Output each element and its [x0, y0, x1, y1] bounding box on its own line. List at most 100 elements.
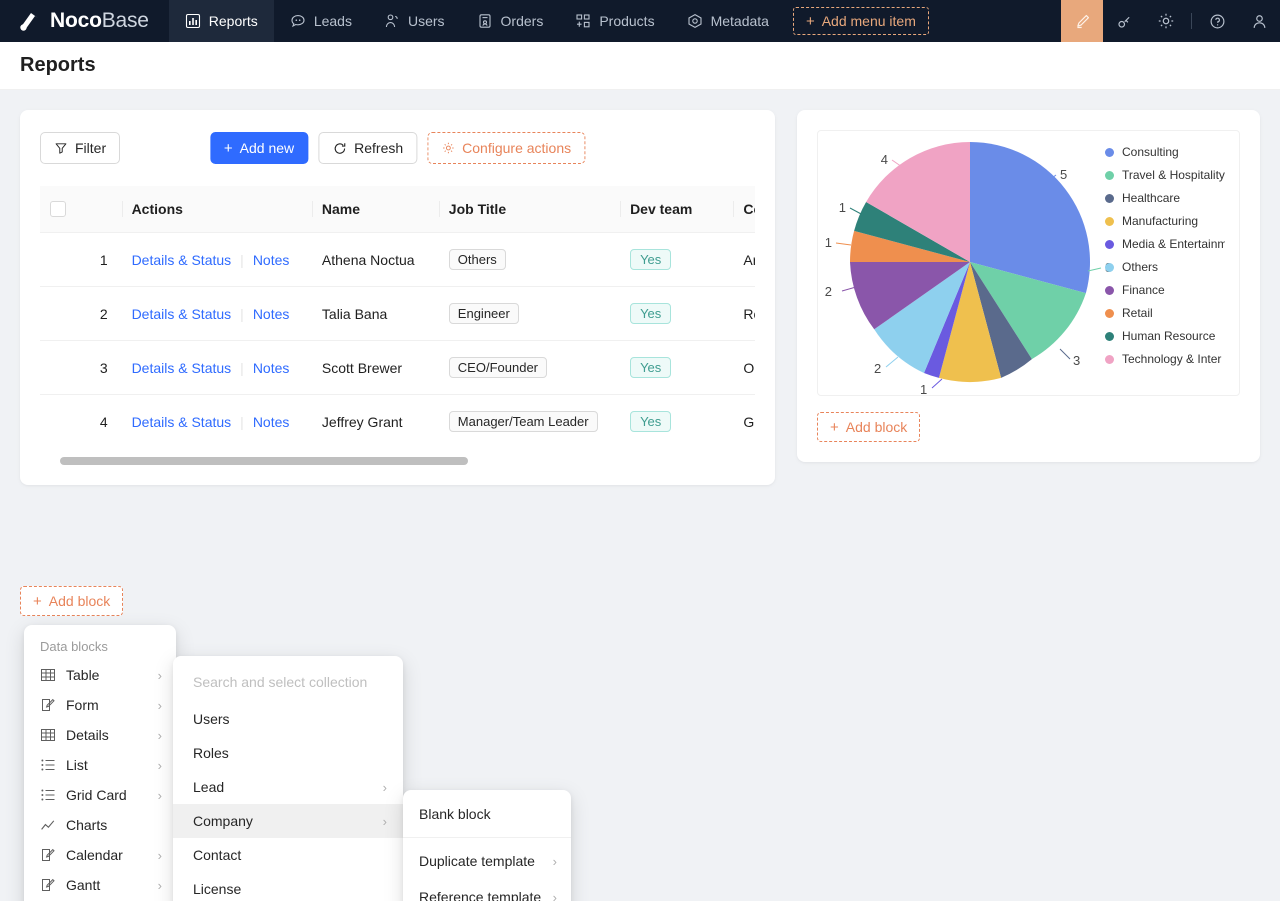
- nav-item-metadata[interactable]: Metadata: [671, 0, 785, 42]
- nav-item-reports[interactable]: Reports: [169, 0, 274, 42]
- menu-item-form[interactable]: Form ›: [24, 690, 176, 720]
- brand-logo-area[interactable]: NocoBase: [0, 0, 169, 42]
- add-new-label: Add new: [240, 140, 294, 156]
- legend-item-technology-internet[interactable]: Technology & Inter: [1105, 352, 1225, 366]
- form-edit-icon: [40, 697, 56, 713]
- add-new-button[interactable]: + Add new: [210, 132, 308, 164]
- template-item-label: Duplicate template: [419, 853, 553, 869]
- legend-label: Media & Entertainm: [1122, 237, 1225, 251]
- legend-item-retail[interactable]: Retail: [1105, 306, 1225, 320]
- filter-button[interactable]: Filter: [40, 132, 120, 164]
- chevron-right-icon: ›: [553, 854, 557, 869]
- chevron-right-icon: ›: [383, 780, 387, 795]
- notes-link[interactable]: Notes: [253, 306, 290, 322]
- details-status-link[interactable]: Details & Status: [132, 414, 232, 430]
- chevron-right-icon: ›: [383, 814, 387, 829]
- nav-item-leads[interactable]: Leads: [274, 0, 368, 42]
- table-icon: [40, 727, 56, 743]
- collection-item-lead[interactable]: Lead ›: [173, 770, 403, 804]
- menu-item-list[interactable]: List ›: [24, 750, 176, 780]
- top-navigation-bar: NocoBase Reports Leads: [0, 0, 1280, 42]
- menu-item-charts[interactable]: Charts: [24, 810, 176, 840]
- nav-item-users[interactable]: Users: [368, 0, 461, 42]
- legend-item-human-resource[interactable]: Human Resource: [1105, 329, 1225, 343]
- left-column: Filter + Add new Refresh: [20, 110, 775, 485]
- notes-link[interactable]: Notes: [253, 360, 290, 376]
- refresh-button[interactable]: Refresh: [318, 132, 417, 164]
- legend-item-travel-hospitality[interactable]: Travel & Hospitality: [1105, 168, 1225, 182]
- help-button[interactable]: [1196, 0, 1238, 42]
- details-status-link[interactable]: Details & Status: [132, 306, 232, 322]
- collection-search-input[interactable]: Search and select collection: [173, 662, 403, 702]
- chart-add-block-label: Add block: [846, 419, 907, 435]
- column-header-name[interactable]: Name: [312, 186, 439, 233]
- configure-actions-button[interactable]: Configure actions: [427, 132, 585, 164]
- form-edit-icon: [40, 877, 56, 893]
- table-row[interactable]: 2 Details & Status|Notes Talia Bana Engi…: [40, 287, 755, 341]
- template-item-duplicate-template[interactable]: Duplicate template ›: [403, 843, 571, 879]
- legend-item-media-entertainment[interactable]: Media & Entertainm: [1105, 237, 1225, 251]
- legend-color-dot: [1105, 148, 1114, 157]
- template-item-blank-block[interactable]: Blank block: [403, 796, 571, 832]
- row-dev-team-cell: Yes: [620, 341, 733, 395]
- settings-button[interactable]: [1145, 0, 1187, 42]
- legend-item-consulting[interactable]: Consulting: [1105, 145, 1225, 159]
- dev-team-tag: Yes: [630, 411, 671, 432]
- menu-item-label: Grid Card: [66, 787, 148, 803]
- comment-icon: [290, 13, 306, 29]
- nav-item-label: Orders: [501, 13, 544, 29]
- notes-link[interactable]: Notes: [253, 252, 290, 268]
- legend-color-dot: [1105, 286, 1114, 295]
- legend-color-dot: [1105, 263, 1114, 272]
- table-row[interactable]: 1 Details & Status|Notes Athena Noctua O…: [40, 233, 755, 287]
- legend-color-dot: [1105, 194, 1114, 203]
- highlight-pen-button[interactable]: [1061, 0, 1103, 42]
- menu-item-gantt[interactable]: Gantt ›: [24, 870, 176, 900]
- nav-right-actions: [1061, 0, 1280, 42]
- collection-item-roles[interactable]: Roles: [173, 736, 403, 770]
- collection-item-company[interactable]: Company ›: [173, 804, 403, 838]
- legend-color-dot: [1105, 240, 1114, 249]
- add-menu-item-label: Add menu item: [822, 13, 916, 29]
- legend-item-finance[interactable]: Finance: [1105, 283, 1225, 297]
- row-job-title-cell: Others: [439, 233, 620, 287]
- add-menu-item-button[interactable]: + Add menu item: [793, 7, 929, 35]
- horizontal-scrollbar-thumb[interactable]: [60, 457, 468, 465]
- table-row[interactable]: 4 Details & Status|Notes Jeffrey Grant M…: [40, 395, 755, 449]
- column-header-actions[interactable]: Actions: [122, 186, 312, 233]
- collection-item-license[interactable]: License: [173, 872, 403, 901]
- details-status-link[interactable]: Details & Status: [132, 360, 232, 376]
- collection-item-contact[interactable]: Contact: [173, 838, 403, 872]
- menu-item-details[interactable]: Details ›: [24, 720, 176, 750]
- menu-item-grid-card[interactable]: Grid Card ›: [24, 780, 176, 810]
- user-account-button[interactable]: [1238, 0, 1280, 42]
- table-row[interactable]: 3 Details & Status|Notes Scott Brewer CE…: [40, 341, 755, 395]
- line-chart-icon: [40, 817, 56, 833]
- add-block-button[interactable]: + Add block: [20, 586, 123, 616]
- details-status-link[interactable]: Details & Status: [132, 252, 232, 268]
- column-header-dev-team[interactable]: Dev team: [620, 186, 733, 233]
- nav-item-products[interactable]: Products: [559, 0, 670, 42]
- plus-icon: +: [224, 141, 233, 156]
- table-scroll-area: Actions Name Job Title Dev team Company …: [40, 186, 755, 448]
- legend-item-others[interactable]: Others: [1105, 260, 1225, 274]
- legend-color-dot: [1105, 355, 1114, 364]
- legend-item-healthcare[interactable]: Healthcare: [1105, 191, 1225, 205]
- collection-item-users[interactable]: Users: [173, 702, 403, 736]
- select-all-checkbox[interactable]: [50, 201, 66, 217]
- menu-item-calendar[interactable]: Calendar ›: [24, 840, 176, 870]
- notes-link[interactable]: Notes: [253, 414, 290, 430]
- pie-label-consulting: 5: [1060, 167, 1067, 182]
- column-header-job-title[interactable]: Job Title: [439, 186, 620, 233]
- chart-add-block-button[interactable]: + Add block: [817, 412, 920, 442]
- plugin-manager-button[interactable]: [1103, 0, 1145, 42]
- template-item-reference-template[interactable]: Reference template ›: [403, 879, 571, 901]
- row-actions-cell: Details & Status|Notes: [122, 287, 312, 341]
- legend-item-manufacturing[interactable]: Manufacturing: [1105, 214, 1225, 228]
- column-header-company[interactable]: Company: [733, 186, 755, 233]
- legend-label: Others: [1122, 260, 1158, 274]
- menu-item-table[interactable]: Table ›: [24, 660, 176, 690]
- nav-item-orders[interactable]: Orders: [461, 0, 560, 42]
- form-edit-icon: [40, 847, 56, 863]
- row-select-cell: [40, 341, 90, 395]
